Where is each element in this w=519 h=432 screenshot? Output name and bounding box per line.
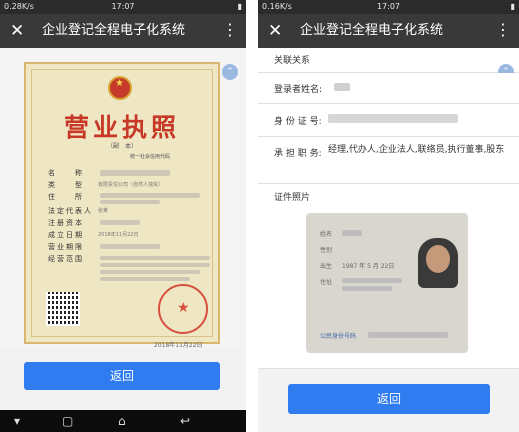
license-field-established: 成立日期 2018年11月22日 xyxy=(48,231,139,239)
license-issue-date: 2018年11月22日 xyxy=(154,342,203,349)
blurred-value xyxy=(342,286,392,291)
status-bar: 0.16K/s 17:07 ▮ xyxy=(258,0,519,14)
blurred-value xyxy=(342,278,402,283)
license-view: ★ 营业执照 （副 本） 统一社会信用代码 名 称 类 型 有限责任公司（自然人… xyxy=(0,48,246,432)
emblem-star-icon: ★ xyxy=(115,78,124,89)
right-phone-screen: 0.16K/s 17:07 ▮ ✕ 企业登记全程电子化系统 ⋮ 关联关系 ⌃ 登… xyxy=(258,0,519,432)
status-bar: 0.28K/s 17:07 ▮ xyxy=(0,0,246,14)
nav-menu-icon[interactable]: ▾ xyxy=(14,413,20,429)
blurred-value xyxy=(342,230,362,236)
id-card-photo: 姓名 性别 出生 1987 年 5 月 22日 住址 公民身份号码 xyxy=(306,213,468,353)
portrait-face xyxy=(426,245,450,273)
detail-view: 关联关系 ⌃ 登录者姓名: 身 份 证 号: 承 担 职 务: 经理,代办人,企… xyxy=(258,48,519,432)
blurred-value xyxy=(100,244,160,249)
battery-icon: ▮ xyxy=(510,2,515,11)
license-title: 营业执照 xyxy=(63,113,180,142)
page-title: 企业登记全程电子化系统 xyxy=(42,23,186,38)
close-icon[interactable]: ✕ xyxy=(10,20,24,42)
app-bar: ✕ 企业登记全程电子化系统 ⋮ xyxy=(0,14,246,48)
blurred-value xyxy=(368,332,448,338)
system-nav-bar: ▾ ▢ ⌂ ↩ xyxy=(0,410,246,432)
scroll-indicator-icon[interactable]: ⌃ xyxy=(222,64,238,80)
nav-home-icon[interactable]: ⌂ xyxy=(118,413,126,429)
credit-code-label: 统一社会信用代码 xyxy=(130,154,171,160)
section-title: 关联关系 xyxy=(274,56,311,66)
blurred-value xyxy=(328,114,458,123)
nav-back-icon[interactable]: ↩ xyxy=(180,413,190,429)
nav-recent-icon[interactable]: ▢ xyxy=(62,413,73,429)
license-subtitle: （副 本） xyxy=(106,143,137,150)
field-positions: 承 担 职 务: 经理,代办人,企业法人,联络员,执行董事,股东 xyxy=(258,137,519,184)
field-login-name: 登录者姓名: xyxy=(258,73,519,104)
status-time: 17:07 xyxy=(111,2,135,11)
blurred-value xyxy=(100,256,210,260)
seal-star-icon: ★ xyxy=(177,300,190,316)
blurred-value xyxy=(100,277,190,281)
blurred-value xyxy=(100,193,200,198)
left-phone-screen: 0.28K/s 17:07 ▮ ✕ 企业登记全程电子化系统 ⋮ ★ 营业执照 （… xyxy=(0,0,246,432)
blurred-value xyxy=(100,270,200,274)
license-field-address: 住 所 xyxy=(48,192,208,204)
business-license-image: ★ 营业执照 （副 本） 统一社会信用代码 名 称 类 型 有限责任公司（自然人… xyxy=(24,62,220,349)
back-button[interactable]: 返回 xyxy=(24,362,220,390)
license-field-name: 名 称 xyxy=(48,168,208,178)
blurred-value xyxy=(100,200,160,204)
license-field-legal-rep: 法定代表人 张某 xyxy=(48,207,109,215)
license-field-term: 营业期限 xyxy=(48,242,208,252)
license-field-type: 类 型 有限责任公司（自然人独资） xyxy=(48,181,164,189)
app-bar: ✕ 企业登记全程电子化系统 ⋮ xyxy=(258,14,519,48)
qr-code-icon xyxy=(46,292,80,326)
blurred-value xyxy=(100,263,210,267)
section-header: 关联关系 xyxy=(258,48,519,73)
license-image-area: ★ 营业执照 （副 本） 统一社会信用代码 名 称 类 型 有限责任公司（自然人… xyxy=(0,48,246,349)
blurred-value xyxy=(100,170,170,176)
blurred-value xyxy=(334,83,350,91)
license-field-capital: 注册资本 xyxy=(48,218,208,228)
page-title: 企业登记全程电子化系统 xyxy=(300,23,444,38)
more-icon[interactable]: ⋮ xyxy=(495,19,511,41)
more-icon[interactable]: ⋮ xyxy=(222,19,238,41)
blurred-value xyxy=(100,220,140,225)
back-button[interactable]: 返回 xyxy=(288,384,490,414)
battery-icon: ▮ xyxy=(237,2,242,11)
field-id-number: 身 份 证 号: xyxy=(258,104,519,137)
close-icon[interactable]: ✕ xyxy=(268,20,282,42)
license-field-scope: 经营范围 xyxy=(48,254,210,281)
status-time: 17:07 xyxy=(376,2,401,11)
